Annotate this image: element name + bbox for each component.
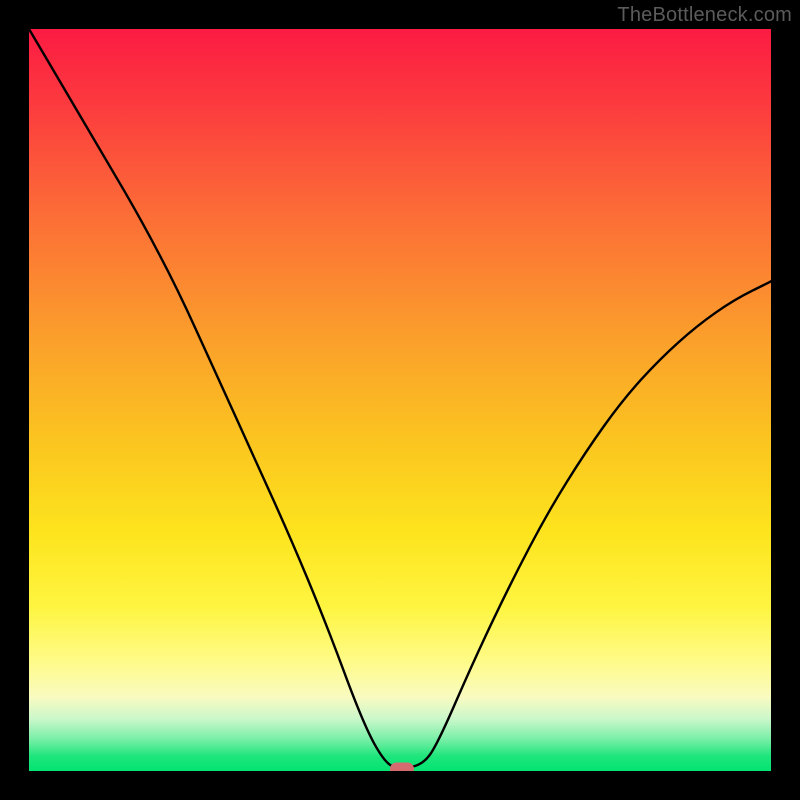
plot-area	[29, 29, 771, 771]
bottleneck-curve	[29, 29, 771, 771]
optimal-marker	[390, 762, 414, 771]
watermark-text: TheBottleneck.com	[617, 4, 792, 27]
chart-frame: TheBottleneck.com	[0, 0, 800, 800]
